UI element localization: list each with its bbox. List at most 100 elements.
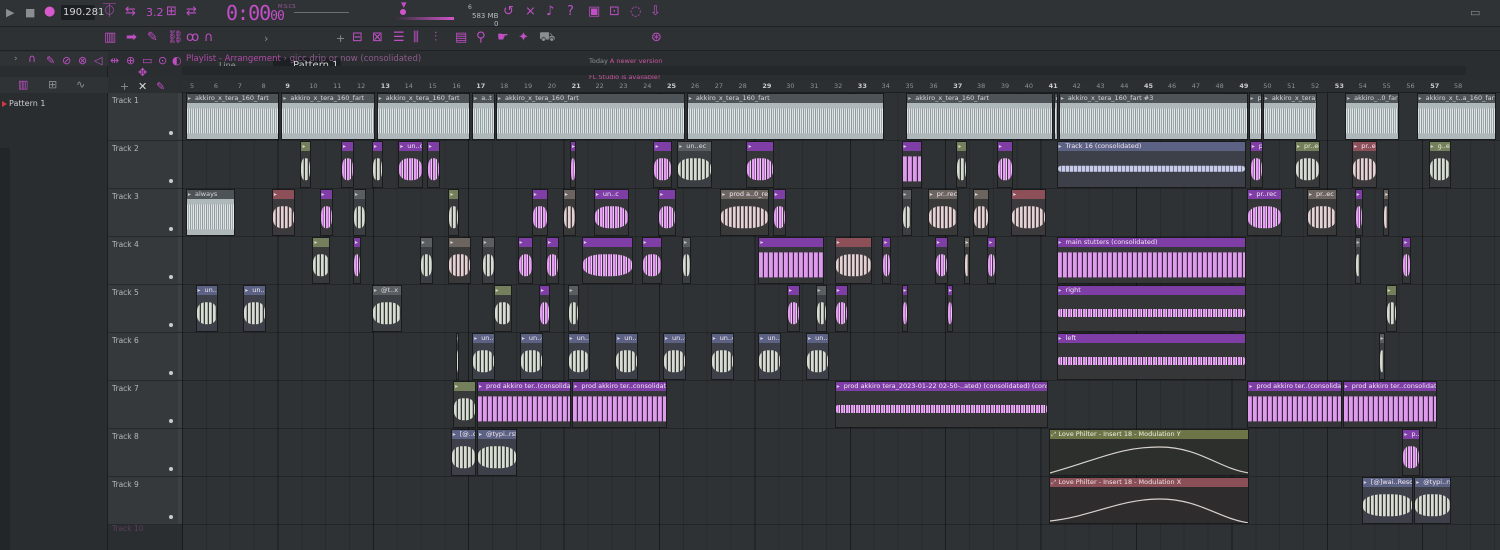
playlist-clip[interactable]: prod akkiro ter..consolidated) [572, 381, 667, 428]
playlist-clip[interactable] [901, 189, 913, 236]
playlist-clip[interactable]: un..c [472, 333, 496, 380]
master-volume-slider[interactable] [294, 12, 349, 13]
time-display[interactable]: 0:0000 [226, 1, 285, 29]
playlist-clip[interactable] [448, 189, 460, 236]
mixer-view-icon[interactable]: ⫼ [413, 31, 419, 45]
playlist-clip[interactable]: pr..ec [1295, 141, 1321, 188]
pencil-icon[interactable]: ✎ [147, 31, 158, 45]
mute-tool-icon[interactable]: ◁ [94, 54, 102, 68]
track-enable-icon[interactable] [169, 371, 173, 375]
playlist-clip[interactable]: right [1056, 285, 1247, 332]
playlist-clip[interactable]: akkiro_x_tera_160_fart [186, 93, 280, 140]
playlist-clip[interactable]: akkiro_..0_fart [1345, 93, 1399, 140]
playlist-clip[interactable] [352, 237, 362, 284]
playlist-clip[interactable] [481, 237, 496, 284]
track-header-3[interactable]: Track 3 [108, 189, 178, 237]
browser-pattern-item[interactable]: Pattern 1 [1, 99, 45, 108]
playlist-clip[interactable]: akkiro_x_tera_160_fart [686, 93, 884, 140]
plugin-icon[interactable]: ⚲ [476, 31, 486, 45]
playlist-clip[interactable] [834, 237, 872, 284]
playlist-clip[interactable] [682, 237, 691, 284]
collapse-icon[interactable]: ✎ [156, 80, 165, 94]
playlist-clip[interactable] [815, 285, 827, 332]
mixer-icon[interactable]: ⨯ [525, 5, 536, 19]
playlist-clip[interactable] [946, 285, 953, 332]
piano-icon[interactable]: ▥ [18, 78, 28, 92]
playlist-clip[interactable]: pr..ec [1306, 189, 1337, 236]
playlist-clip[interactable] [300, 141, 312, 188]
playback-tool-icon[interactable]: ◐ [172, 54, 182, 68]
playlist-clip[interactable]: akkiro_x_tera_160_fart [376, 93, 470, 140]
playlist-clip[interactable] [934, 237, 949, 284]
playlist-clip[interactable] [455, 333, 460, 380]
step-edit-icon[interactable]: ⊞ [166, 5, 177, 19]
playlist-clip[interactable]: un..c [243, 285, 267, 332]
playlist-clip[interactable] [341, 141, 355, 188]
playlist-clip[interactable]: [@..o [450, 429, 476, 476]
track-enable-icon[interactable] [169, 227, 173, 231]
pattern-add-icon[interactable]: + [336, 32, 345, 46]
metronome-icon[interactable]: ⏁ [103, 5, 116, 19]
help-icon[interactable]: ? [567, 5, 574, 19]
playlist-clip[interactable]: p..c [1249, 141, 1263, 188]
playlist-clip[interactable]: un..c [398, 141, 424, 188]
playlist-clip[interactable] [1402, 237, 1411, 284]
play-icon[interactable]: ▶ [6, 6, 14, 20]
playlist-clip[interactable]: prod akkiro ter..(consolidated) [1247, 381, 1342, 428]
channel-rack-icon[interactable]: ☰ [393, 31, 405, 45]
move-icon[interactable]: ✥ [138, 66, 147, 80]
playlist-clip[interactable] [352, 189, 367, 236]
track-enable-icon[interactable] [169, 323, 173, 327]
playlist-clip[interactable]: main stutters (consolidated) [1056, 237, 1247, 284]
wait-input-icon[interactable]: ⇆ [125, 5, 136, 19]
playlist-clip[interactable]: akkiro_x_tera_160_fart #3 [1058, 93, 1248, 140]
playlist-clip[interactable]: un..c [195, 285, 219, 332]
playlist-clip[interactable] [531, 189, 548, 236]
playlist-clip[interactable] [1378, 333, 1385, 380]
playlist-clip[interactable] [271, 189, 295, 236]
track-enable-icon[interactable] [169, 131, 173, 135]
playlist-clip[interactable] [996, 141, 1013, 188]
playlist-clip[interactable]: un..c [663, 333, 686, 380]
playlist-clip[interactable]: p..c [1402, 429, 1421, 476]
playlist-clip[interactable]: Love Philter - Insert 18 - Modulation X [1049, 477, 1249, 524]
link-icon[interactable]: ⛓ [167, 31, 184, 45]
add-track-icon[interactable]: + [120, 80, 129, 94]
playlist-clip[interactable] [1011, 189, 1046, 236]
playlist-clip[interactable]: g..ed [1428, 141, 1452, 188]
close-icon[interactable]: ✕ [138, 80, 147, 94]
playlist-clip[interactable] [882, 237, 891, 284]
playlist-clip[interactable]: pr..rec [1247, 189, 1283, 236]
track-header-7[interactable]: Track 7 [108, 381, 178, 429]
countdown-icon[interactable]: 3.2 [146, 6, 164, 20]
pattern-icon[interactable]: ⊞ [48, 78, 57, 92]
playlist-clip[interactable]: a..t [472, 93, 496, 140]
track-enable-icon[interactable] [169, 419, 173, 423]
playlist-clip[interactable] [956, 141, 968, 188]
playlist-clip[interactable] [453, 381, 476, 428]
playlist-clip[interactable] [312, 237, 331, 284]
slice-tool-icon[interactable]: ⊕ [126, 54, 135, 68]
playlist-clip[interactable]: prod akkiro ter..consolidated) [1342, 381, 1438, 428]
track-enable-icon[interactable] [169, 179, 173, 183]
playlist-clip[interactable]: @t..x [372, 285, 403, 332]
playlist-clip[interactable]: prod akkiro ter..(consolidated) [476, 381, 572, 428]
playlist-clip[interactable]: akkiro_x_t..a_160_fart [1416, 93, 1496, 140]
track-header-4[interactable]: Track 4 [108, 237, 178, 285]
track-header-10[interactable]: Track 10 [112, 524, 144, 533]
playlist-clip[interactable]: always [186, 189, 236, 236]
playlist-clip[interactable] [448, 237, 472, 284]
playlist-clip[interactable] [653, 141, 672, 188]
playlist-clip[interactable]: un..c [806, 333, 829, 380]
playlist-clip[interactable]: prod akkiro tera_2023-01-22 02-50-..ated… [834, 381, 1049, 428]
track-header-9[interactable]: Track 9 [108, 477, 178, 525]
playlist-clip[interactable]: left [1056, 333, 1247, 380]
arrow-right-icon[interactable]: › [14, 52, 18, 66]
track-header-1[interactable]: Track 1 [108, 93, 178, 141]
arrow-icon[interactable]: ➡ [126, 31, 137, 45]
playlist-clip[interactable] [658, 189, 677, 236]
playlist-clip[interactable]: un..c [593, 189, 629, 236]
playlist-clip[interactable] [538, 285, 550, 332]
playlist-clip[interactable]: un..c [710, 333, 734, 380]
playlist-clip[interactable] [319, 189, 333, 236]
